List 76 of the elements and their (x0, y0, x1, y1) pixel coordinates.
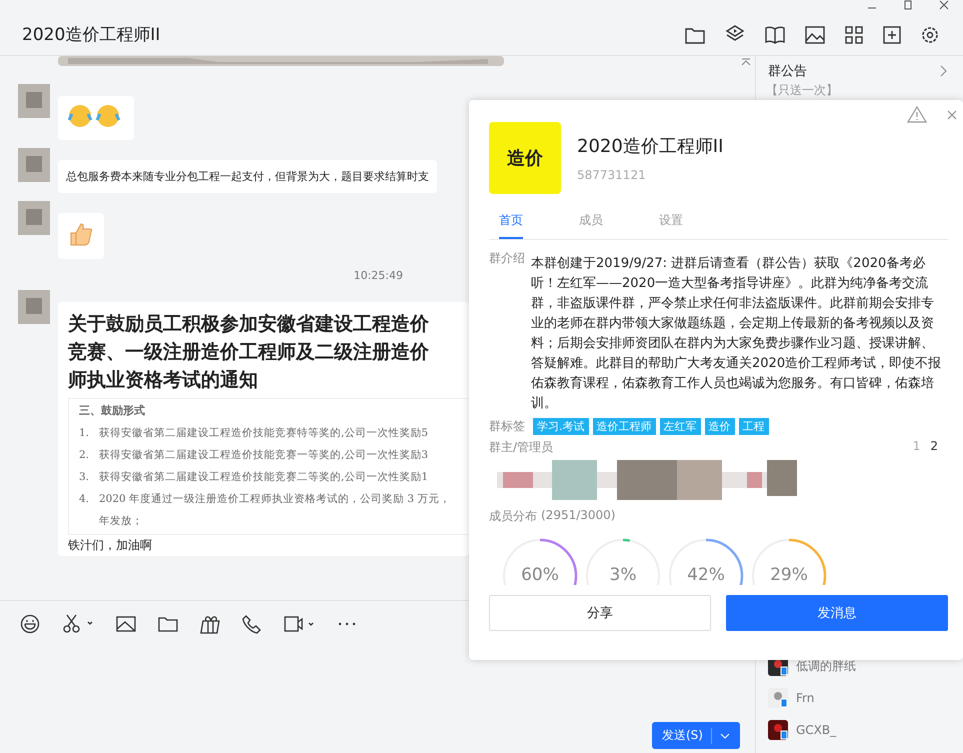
page-number[interactable]: 2 (930, 439, 938, 456)
ring-reading: 42% (686, 565, 726, 585)
ring-reading: 3% (608, 565, 638, 585)
thumbs-up-icon (68, 221, 94, 247)
intro-text: 本群创建于2019/9/27: 进群后请查看（群公告）获取《2020备考必听！左红军——2020一造大型备考指导讲座》。此群为纯净备考交流群，非盗版课件群，严令禁止求任何非法盗版课件。此群前期会安排专业的老师在群内带领大家做题练题，会定期上传最新的备考视频以及资料；后期会安排师资团队在群内为大家免费步骤作业习题、授课讲解、答疑解难。此群目的帮助广大考友通关2020造价工程师考试，即使不报佑森教育课程，佑森教育工作人员也竭诚为您服务。有口皆碑，佑森培训。 (531, 255, 942, 413)
folder-icon[interactable] (685, 26, 705, 44)
tab[interactable]: 设置 (659, 212, 683, 239)
maximize-icon[interactable] (903, 0, 913, 10)
notice-text: 【只送一次】 (765, 82, 839, 97)
item-text: 获得安徽省第二届建设工程造价技能竞赛特等奖的,公司一次性奖励5 (99, 426, 428, 441)
message-text: 总包服务费本来随专业分包工程一起支付，但背景为大，题目要求结算时支 (58, 160, 437, 193)
emoji-icon[interactable] (20, 614, 40, 634)
grid-icon[interactable] (845, 26, 863, 44)
avatar (768, 720, 788, 740)
message-input[interactable]: 发送(S) (0, 647, 755, 753)
avatar (18, 201, 50, 235)
group-name: 2020造价工程师II (577, 135, 724, 158)
document-title: 师执业资格考试的通知 (68, 368, 259, 393)
message-text: 铁汁们，加油啊 (68, 537, 153, 554)
tags-label: 群标签 (489, 418, 525, 435)
image-icon[interactable] (805, 26, 825, 44)
more-icon[interactable] (338, 622, 356, 626)
item-text: 获得安徽省第二届建设工程造价技能竞赛二等奖的,公司一次性奖励1 (99, 470, 428, 485)
document-title: 竞赛、一级注册造价工程师及二级注册造价 (68, 340, 430, 365)
tag[interactable]: 造价工程师 (592, 418, 656, 435)
action-button[interactable]: 分享 (489, 595, 711, 631)
send-button[interactable]: 发送(S) (652, 722, 740, 749)
tab[interactable]: 首页 (499, 212, 523, 239)
close-icon[interactable] (947, 110, 957, 120)
document-title: 关于鼓励员工积极参加安徽省建设工程造价 (68, 312, 430, 337)
caret-icon[interactable] (720, 732, 730, 738)
notice-title[interactable]: 群公告 (768, 62, 807, 80)
scissors-icon[interactable] (62, 614, 94, 634)
item-text: 2020 年度通过一级注册造价工程师执业资格考试的，公司奖励 3 万元， (99, 492, 450, 507)
item-text: 年发放； (99, 514, 143, 529)
collapse-icon[interactable] (741, 58, 751, 66)
member-item[interactable]: Frn (768, 688, 856, 708)
action-button[interactable]: 发消息 (726, 595, 948, 631)
video-icon[interactable] (284, 614, 316, 634)
item-number: 1. (79, 426, 90, 441)
book-icon[interactable] (765, 26, 785, 44)
document-heading: 三、鼓励形式 (79, 403, 146, 418)
folder-icon[interactable] (158, 615, 178, 633)
member-item[interactable]: GCXB_ (768, 720, 856, 740)
close-icon[interactable] (939, 0, 949, 10)
window-title: 2020造价工程师II (22, 24, 162, 46)
avatar (18, 290, 50, 324)
tag[interactable]: 左红军 (660, 418, 700, 435)
settings-icon[interactable] (921, 26, 939, 44)
item-number: 4. (79, 492, 90, 507)
image-icon[interactable] (116, 615, 136, 633)
tag[interactable]: 造价 (704, 418, 734, 435)
timestamp: 10:25:49 (354, 269, 403, 282)
tag[interactable]: 学习.考试 (533, 418, 588, 435)
ring-reading: 29% (769, 565, 809, 585)
group-logo: 造价 (489, 122, 561, 194)
tab[interactable]: 成员 (579, 212, 603, 239)
chevron-icon[interactable] (940, 65, 947, 77)
add-icon[interactable] (883, 26, 901, 44)
admins-label: 群主/管理员 (489, 439, 554, 456)
item-number: 3. (79, 470, 90, 485)
phone-icon[interactable] (242, 614, 262, 634)
avatar (18, 84, 50, 118)
avatar (18, 148, 50, 182)
distribution-label: 成员分布 (489, 508, 537, 525)
tag[interactable]: 工程 (738, 418, 768, 435)
member-count: (2951/3000) (541, 508, 616, 524)
group-id: 587731121 (577, 168, 647, 182)
avatar (768, 688, 788, 708)
gift-icon[interactable] (200, 614, 220, 634)
page-number[interactable]: 1 (912, 439, 920, 456)
item-text: 获得安徽省第二届建设工程造价技能竞赛一等奖的,公司一次性奖励3 (99, 448, 428, 463)
item-number: 2. (79, 448, 90, 463)
ring-reading: 60% (520, 565, 560, 585)
intro-label: 群介绍 (489, 250, 525, 267)
warning-icon[interactable] (907, 106, 927, 123)
